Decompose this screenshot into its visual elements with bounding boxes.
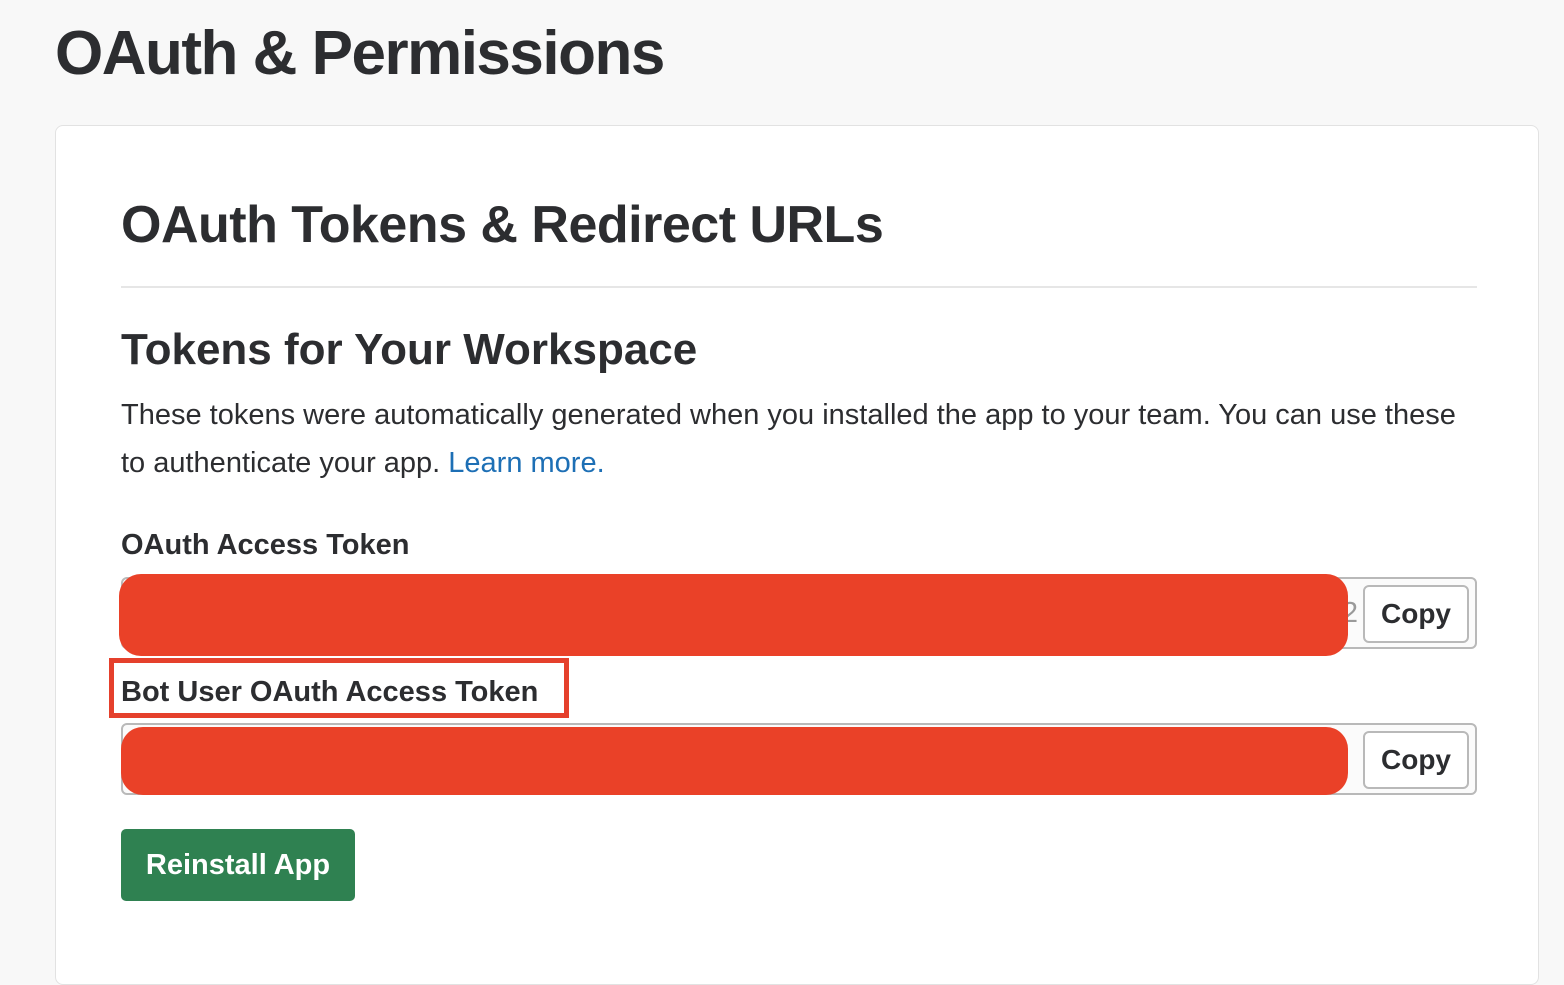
page-title: OAuth & Permissions	[55, 19, 665, 88]
copy-oauth-token-button[interactable]: Copy	[1363, 585, 1469, 643]
bot-user-oauth-access-token-label: Bot User OAuth Access Token	[121, 676, 539, 708]
oauth-token-redaction	[119, 574, 1348, 656]
copy-bot-token-button[interactable]: Copy	[1363, 731, 1469, 789]
bot-user-oauth-access-token-field[interactable]: Copy	[121, 723, 1477, 795]
reinstall-app-button[interactable]: Reinstall App	[121, 829, 355, 901]
tokens-description-text: These tokens were automatically generate…	[121, 399, 1456, 479]
tokens-description: These tokens were automatically generate…	[121, 391, 1461, 487]
oauth-access-token-field[interactable]: e2 Copy	[119, 574, 1477, 656]
bot-token-redaction	[121, 727, 1348, 795]
learn-more-link[interactable]: Learn more.	[448, 447, 604, 479]
oauth-access-token-label: OAuth Access Token	[121, 529, 410, 561]
section-title: OAuth Tokens & Redirect URLs	[121, 196, 884, 254]
oauth-tokens-card: OAuth Tokens & Redirect URLs Tokens for …	[55, 125, 1539, 985]
subsection-title: Tokens for Your Workspace	[121, 325, 698, 374]
section-divider	[121, 286, 1477, 288]
